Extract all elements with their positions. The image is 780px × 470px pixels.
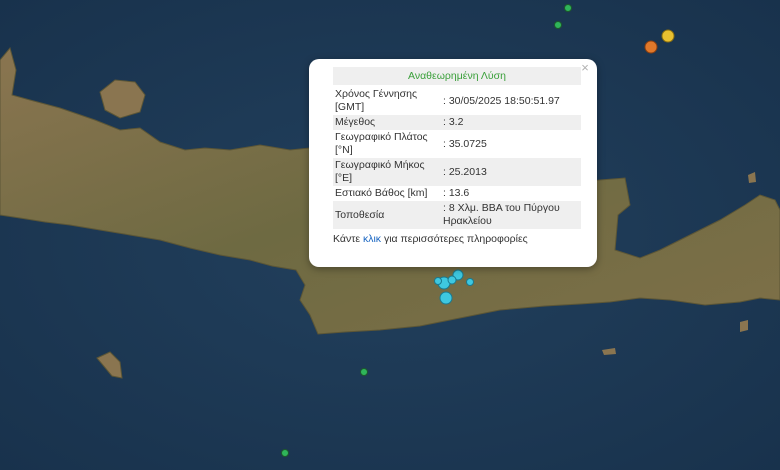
table-row: Χρόνος Γέννησης [GMT] : 30/05/2025 18:50… (333, 87, 581, 115)
quake-marker[interactable] (466, 278, 474, 286)
more-info-suffix: για περισσότερες πληροφορίες (381, 233, 528, 245)
magnitude-value: : 3.2 (441, 115, 581, 130)
latitude-label: Γεωγραφικό Πλάτος [°N] (335, 131, 428, 156)
more-info-prefix: Κάντε (333, 233, 363, 245)
table-row: Μέγεθος : 3.2 (333, 115, 581, 130)
location-value: : 8 Χλμ. ΒΒΑ του Πύργου Ηρακλείου (441, 201, 581, 229)
location-label: Τοποθεσία (333, 201, 441, 229)
quake-marker[interactable] (360, 368, 368, 376)
latitude-value: : 35.0725 (443, 137, 487, 150)
longitude-label: Γεωγραφικό Μήκος [°E] (333, 158, 441, 186)
table-row: Γεωγραφικό Πλάτος [°N] : 35.0725 (333, 130, 581, 158)
small-islet-east (740, 320, 748, 332)
more-info-text: Κάντε κλικ για περισσότερες πληροφορίες (333, 233, 581, 245)
table-row: Εστιακό Βάθος [km] : 13.6 (333, 186, 581, 201)
quake-marker[interactable] (434, 277, 442, 285)
quake-marker[interactable] (439, 291, 453, 305)
longitude-value: : 25.2013 (441, 158, 581, 186)
quake-marker[interactable] (281, 449, 289, 457)
close-icon[interactable]: × (578, 61, 592, 75)
quake-marker[interactable] (447, 275, 457, 285)
depth-label: Εστιακό Βάθος [km] (335, 187, 428, 199)
quake-marker[interactable] (564, 4, 572, 12)
table-row: Τοποθεσία : 8 Χλμ. ΒΒΑ του Πύργου Ηρακλε… (333, 201, 581, 229)
origin-time-value: : 30/05/2025 18:50:51.97 (443, 94, 560, 107)
magnitude-label: Μέγεθος (333, 115, 441, 130)
quake-marker[interactable] (644, 40, 658, 54)
earthquake-details-table: Χρόνος Γέννησης [GMT] : 30/05/2025 18:50… (333, 87, 581, 229)
quake-marker[interactable] (661, 29, 675, 43)
table-row: Γεωγραφικό Μήκος [°E] : 25.2013 (333, 158, 581, 186)
popup-title: Αναθεωρημένη Λύση (333, 67, 581, 85)
more-info-link[interactable]: κλικ (363, 233, 381, 245)
earthquake-info-popup: × Αναθεωρημένη Λύση Χρόνος Γέννησης [GMT… (309, 59, 597, 267)
quake-marker[interactable] (554, 21, 562, 29)
depth-value: : 13.6 (443, 187, 470, 199)
origin-time-label: Χρόνος Γέννησης [GMT] (335, 88, 418, 113)
